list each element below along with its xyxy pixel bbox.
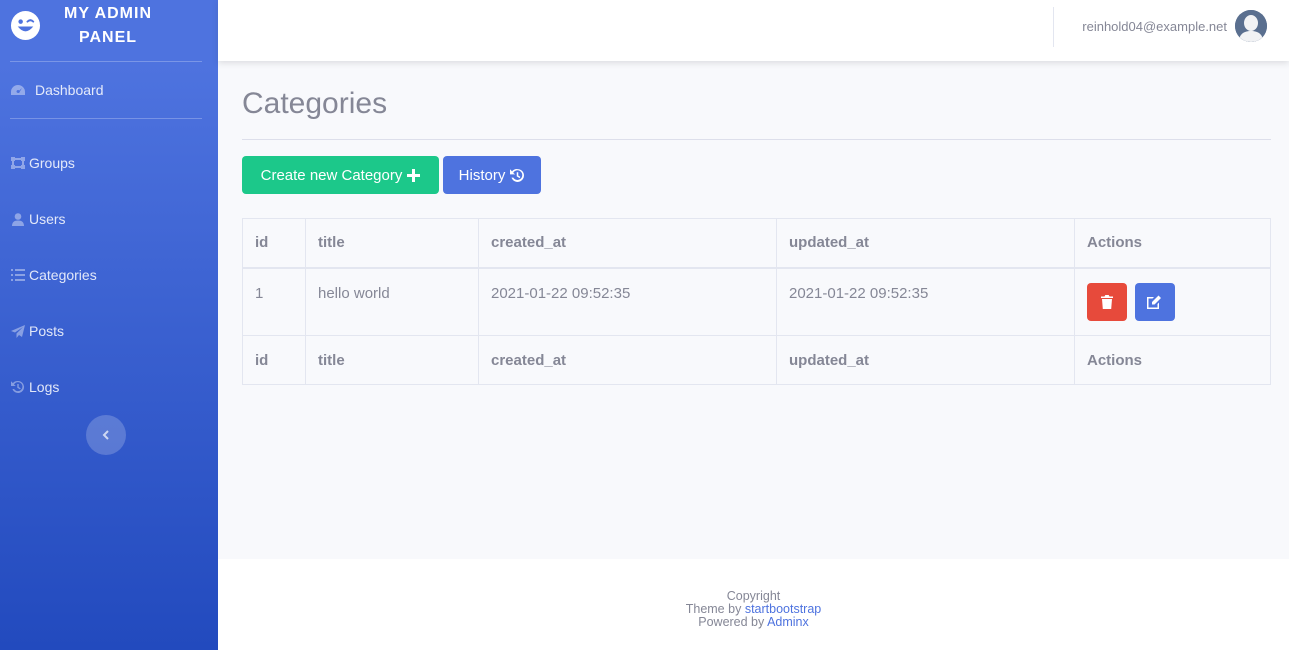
footer-theme-prefix: Theme by (685, 602, 742, 616)
user-avatar-icon[interactable] (1235, 10, 1267, 42)
column-footer: id (242, 335, 306, 385)
sidebar-item-users[interactable]: Users (0, 204, 218, 234)
column-footer: Actions (1074, 335, 1271, 385)
sidebar-item-label: Groups (29, 155, 75, 171)
column-header[interactable]: id (242, 218, 306, 269)
list-icon (10, 268, 26, 282)
footer-powered-line: Powered by Adminx (218, 616, 1289, 629)
table-header-row: id title created_at updated_at Actions (242, 218, 1271, 269)
sidebar-divider (10, 118, 202, 119)
footer-powered-prefix: Powered by (698, 615, 765, 629)
chevron-left-icon (102, 430, 109, 440)
sidebar-item-label: Categories (29, 267, 97, 283)
topbar-divider (1053, 7, 1054, 47)
paper-plane-icon (10, 324, 26, 338)
history-button[interactable]: History (443, 156, 541, 194)
laugh-wink-icon (10, 10, 41, 41)
create-category-button[interactable]: Create new Category (242, 156, 439, 194)
column-header[interactable]: updated_at (776, 218, 1075, 269)
brand[interactable]: MY ADMIN PANEL (0, 0, 218, 56)
cell-title: hello world (305, 267, 479, 336)
column-footer: updated_at (776, 335, 1075, 385)
sidebar: MY ADMIN PANEL Dashboard Groups Users Ca… (0, 0, 218, 650)
sidebar-divider (10, 61, 202, 62)
sidebar-item-label: Users (29, 211, 66, 227)
sidebar-item-dashboard[interactable]: Dashboard (0, 75, 218, 105)
sidebar-toggle-button[interactable] (86, 415, 126, 455)
column-footer: created_at (478, 335, 777, 385)
adminx-link[interactable]: Adminx (767, 615, 809, 629)
dashboard-icon (10, 83, 26, 97)
column-header[interactable]: created_at (478, 218, 777, 269)
history-label: History (458, 166, 506, 184)
sidebar-item-groups[interactable]: Groups (0, 148, 218, 178)
sidebar-item-posts[interactable]: Posts (0, 316, 218, 346)
create-category-label: Create new Category (260, 166, 403, 184)
brand-title: MY ADMIN PANEL (64, 5, 152, 46)
column-header[interactable]: title (305, 218, 479, 269)
table-row: 1 hello world 2021-01-22 09:52:35 2021-0… (242, 267, 1271, 336)
column-footer: title (305, 335, 479, 385)
edit-button[interactable] (1135, 282, 1176, 321)
groups-icon (10, 156, 26, 170)
cell-updated-at: 2021-01-22 09:52:35 (776, 267, 1075, 336)
column-header: Actions (1074, 218, 1271, 269)
topbar: reinhold04@example.net (218, 0, 1289, 61)
main-content: Categories Create new Category History i… (218, 61, 1289, 559)
title-divider (242, 139, 1271, 140)
footer: Copyright Theme by startbootstrap Powere… (218, 559, 1289, 650)
delete-button[interactable] (1087, 282, 1127, 321)
sidebar-item-categories[interactable]: Categories (0, 260, 218, 290)
page-title: Categories (242, 87, 388, 120)
table-footer-row: id title created_at updated_at Actions (242, 335, 1271, 385)
edit-icon (1147, 295, 1162, 309)
user-icon (10, 212, 26, 226)
user-email[interactable]: reinhold04@example.net (1082, 19, 1227, 34)
sidebar-item-label: Dashboard (35, 82, 104, 98)
cell-actions (1074, 267, 1271, 336)
cell-id: 1 (242, 267, 306, 336)
categories-table: id title created_at updated_at Actions 1… (242, 218, 1271, 385)
plus-icon (407, 168, 421, 182)
trash-icon (1101, 294, 1113, 309)
startbootstrap-link[interactable]: startbootstrap (745, 602, 821, 616)
history-icon (10, 380, 26, 394)
cell-created-at: 2021-01-22 09:52:35 (478, 267, 777, 336)
sidebar-item-logs[interactable]: Logs (0, 372, 218, 402)
sidebar-item-label: Logs (29, 379, 60, 395)
sidebar-item-label: Posts (29, 323, 65, 339)
history-icon (510, 168, 525, 182)
